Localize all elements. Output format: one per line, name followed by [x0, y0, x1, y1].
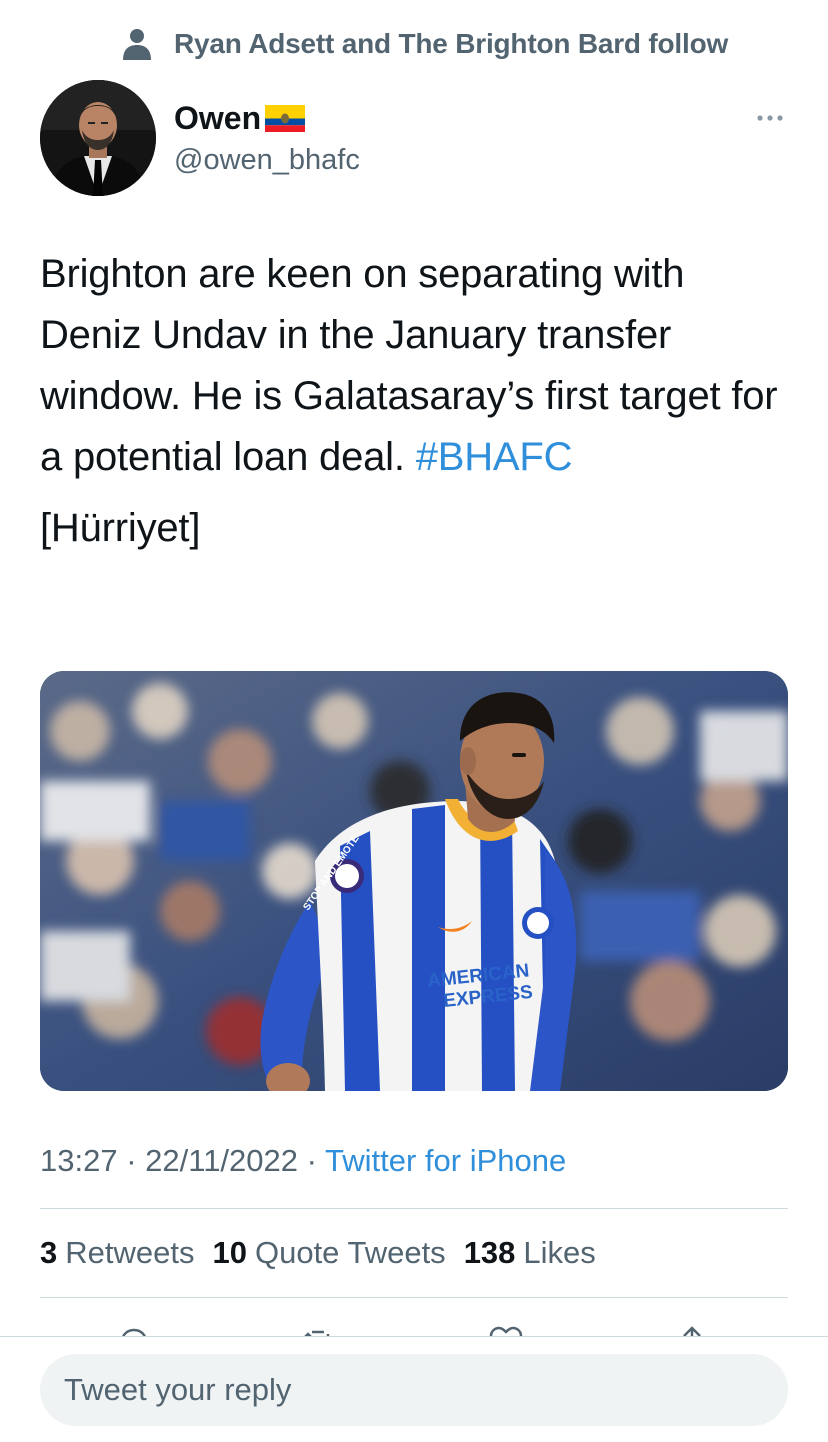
social-context[interactable]: Ryan Adsett and The Brighton Bard follow	[120, 22, 728, 66]
tweet-text: Brighton are keen on separating with Den…	[40, 244, 780, 559]
tweet-body: Brighton are keen on separating with Den…	[40, 244, 780, 488]
quote-tweets-label: Quote Tweets	[254, 1235, 446, 1270]
reply-bar	[0, 1336, 828, 1442]
likes-count: 138	[463, 1235, 516, 1270]
author-handle[interactable]: @owen_bhafc	[174, 140, 360, 180]
author-name-text: Owen	[174, 99, 262, 136]
tweet-detail-page: Ryan Adsett and The Brighton Bard follow	[0, 0, 828, 1442]
meta-separator: ·	[306, 1143, 317, 1178]
ecuador-flag-icon	[265, 104, 306, 132]
quote-tweets-count: 10	[212, 1235, 247, 1270]
likes-label: Likes	[523, 1235, 596, 1270]
reply-input[interactable]	[40, 1354, 788, 1426]
avatar-image	[40, 80, 156, 196]
divider	[40, 1297, 788, 1298]
more-options-icon[interactable]	[750, 104, 790, 132]
likes-stat[interactable]: 138 Likes	[464, 1230, 596, 1276]
tweet-date[interactable]: 22/11/2022	[145, 1143, 298, 1178]
tweet-body-text: Brighton are keen on separating with Den…	[40, 252, 778, 479]
retweets-stat[interactable]: 3 Retweets	[40, 1230, 194, 1276]
tweet-meta: 13:27 · 22/11/2022 · Twitter for iPhone	[40, 1138, 566, 1184]
divider	[40, 1208, 788, 1209]
tweet-stats: 3 Retweets 10 Quote Tweets 138 Likes	[40, 1230, 614, 1276]
meta-separator: ·	[126, 1143, 137, 1178]
tweet-client[interactable]: Twitter for iPhone	[325, 1143, 566, 1178]
person-icon	[123, 29, 151, 60]
author-name[interactable]: Owen	[174, 96, 306, 140]
tweet-media[interactable]: AMERICAN EXPRESS STOP AND EMOTE	[40, 671, 788, 1091]
tweet-time[interactable]: 13:27	[40, 1143, 118, 1178]
hashtag-link[interactable]: #BHAFC	[416, 435, 573, 479]
retweets-label: Retweets	[65, 1235, 195, 1270]
avatar[interactable]	[40, 80, 156, 196]
quote-tweets-stat[interactable]: 10 Quote Tweets	[212, 1230, 445, 1276]
player-photo: AMERICAN EXPRESS STOP AND EMOTE	[40, 671, 788, 1091]
tweet-source: [Hürriyet]	[40, 506, 201, 550]
retweets-count: 3	[40, 1235, 58, 1270]
social-context-text: Ryan Adsett and The Brighton Bard follow	[174, 28, 729, 59]
